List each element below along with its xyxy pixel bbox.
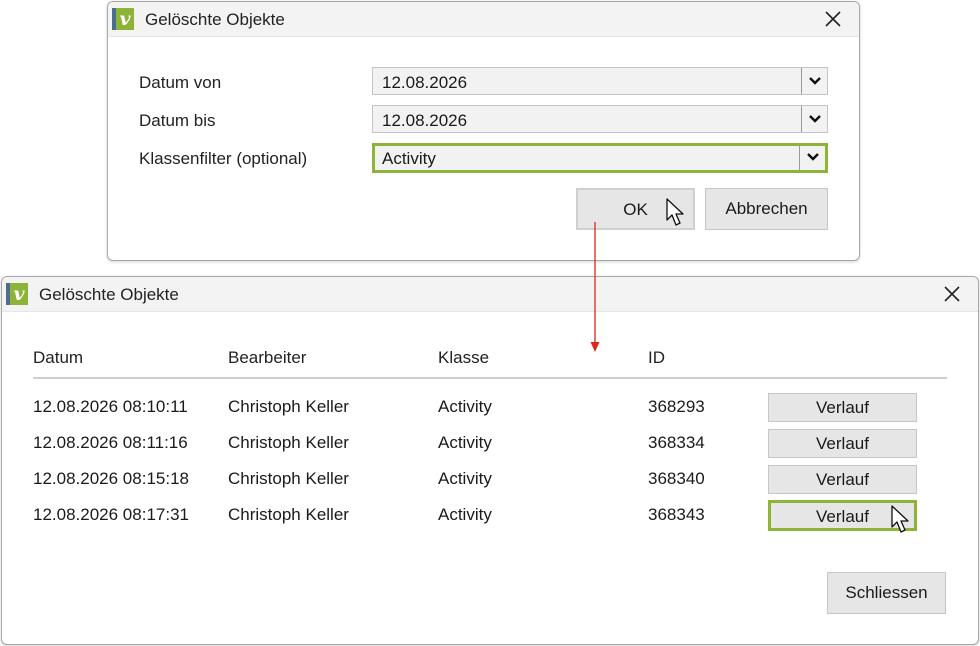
cell-id: 368334 <box>648 433 705 452</box>
cell-id: 368293 <box>648 397 705 416</box>
header-divider <box>33 377 947 379</box>
filter-dialog-title: Gelöschte Objekte <box>145 10 285 29</box>
column-header-klasse: Klasse <box>438 348 490 367</box>
app-logo-icon: v <box>112 8 134 30</box>
label-datum-von: Datum von <box>139 73 222 92</box>
verlauf-button[interactable]: Verlauf <box>768 465 917 494</box>
cell-id: 368340 <box>648 469 705 488</box>
column-header-bearbeiter: Bearbeiter <box>228 348 307 367</box>
klassenfilter-chevron-down-icon[interactable] <box>799 146 825 170</box>
label-klassenfilter: Klassenfilter (optional) <box>139 149 308 168</box>
cell-bearbeiter: Christoph Keller <box>228 505 349 524</box>
filter-dialog: v Gelöschte Objekte Datum von 12.08.2026… <box>107 1 860 261</box>
ok-button[interactable]: OK <box>576 188 695 230</box>
filter-dialog-titlebar: v Gelöschte Objekte <box>108 2 859 37</box>
datum-von-chevron-down-icon[interactable] <box>801 68 827 94</box>
verlauf-button[interactable]: Verlauf <box>768 429 917 458</box>
results-dialog: v Gelöschte Objekte Datum Bearbeiter Kla… <box>1 276 979 645</box>
datum-bis-value: 12.08.2026 <box>382 111 468 130</box>
cell-datum: 12.08.2026 08:11:16 <box>33 433 188 452</box>
cell-datum: 12.08.2026 08:17:31 <box>33 505 189 524</box>
klassenfilter-dropdown[interactable]: Activity <box>372 143 828 173</box>
column-header-id: ID <box>648 348 665 367</box>
results-dialog-close-icon[interactable] <box>941 283 963 305</box>
verlauf-button[interactable]: Verlauf <box>768 500 917 531</box>
results-dialog-titlebar: v Gelöschte Objekte <box>2 277 978 312</box>
datum-bis-dropdown[interactable]: 12.08.2026 <box>372 105 828 133</box>
cell-klasse: Activity <box>438 397 492 416</box>
cell-bearbeiter: Christoph Keller <box>228 469 349 488</box>
datum-bis-chevron-down-icon[interactable] <box>801 106 827 132</box>
cell-bearbeiter: Christoph Keller <box>228 433 349 452</box>
cell-id: 368343 <box>648 505 705 524</box>
cell-datum: 12.08.2026 08:10:11 <box>33 397 188 416</box>
cell-klasse: Activity <box>438 505 492 524</box>
cell-klasse: Activity <box>438 433 492 452</box>
app-logo-icon: v <box>6 283 28 305</box>
label-datum-bis: Datum bis <box>139 111 216 130</box>
results-dialog-title: Gelöschte Objekte <box>39 285 179 304</box>
cell-bearbeiter: Christoph Keller <box>228 397 349 416</box>
verlauf-button[interactable]: Verlauf <box>768 393 917 422</box>
schliessen-button[interactable]: Schliessen <box>827 572 946 614</box>
abbrechen-button[interactable]: Abbrechen <box>705 188 828 230</box>
cell-klasse: Activity <box>438 469 492 488</box>
filter-dialog-close-icon[interactable] <box>822 8 844 30</box>
klassenfilter-value: Activity <box>382 149 436 168</box>
datum-von-value: 12.08.2026 <box>382 73 468 92</box>
column-header-datum: Datum <box>33 348 84 367</box>
cell-datum: 12.08.2026 08:15:18 <box>33 469 189 488</box>
datum-von-dropdown[interactable]: 12.08.2026 <box>372 67 828 95</box>
